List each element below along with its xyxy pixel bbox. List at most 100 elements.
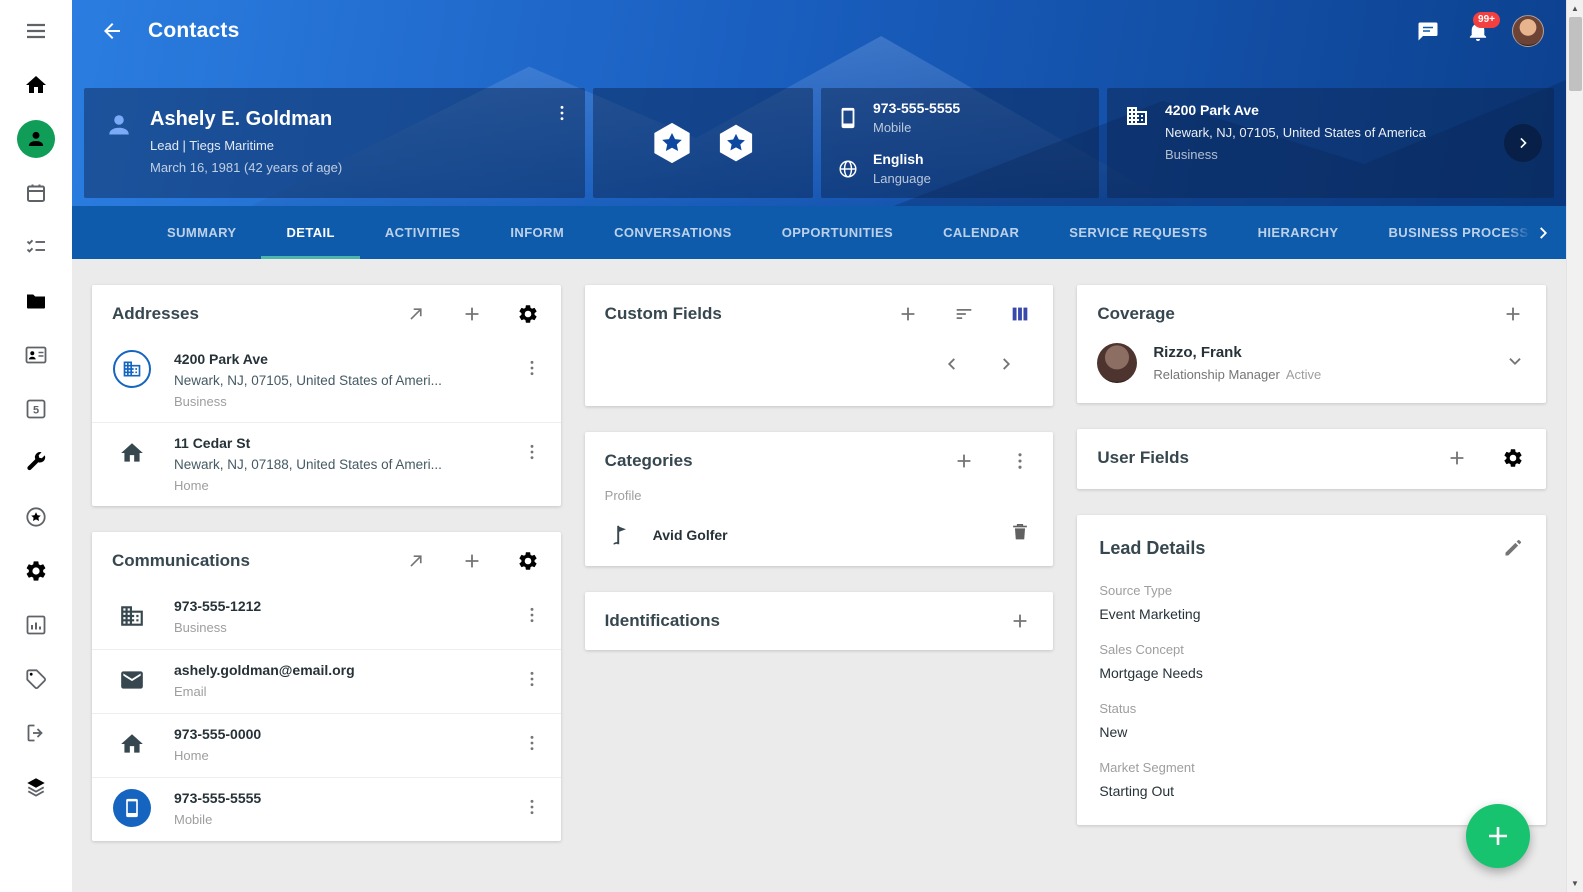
page-next-button[interactable] [995,353,1017,380]
tabs-scroll-right-button[interactable] [1506,206,1566,259]
nav-calendar-button[interactable] [0,166,72,220]
nav-contacts-button[interactable] [0,112,72,166]
address-item[interactable]: 4200 Park Ave Newark, NJ, 07105, United … [92,339,561,422]
pencil-icon [1502,537,1524,559]
scroll-up-button[interactable]: ▲ [1567,0,1583,17]
communication-item[interactable]: 973-555-1212 Business [92,586,561,649]
address-line1: 11 Cedar St [174,435,517,451]
columns-icon [1009,303,1031,325]
notifications-button[interactable]: 99+ [1458,11,1498,51]
nav-folder-button[interactable] [0,274,72,328]
tab-hierarchy[interactable]: HIERARCHY [1233,206,1364,259]
user-fields-settings-button[interactable] [1502,447,1524,469]
nav-reports-button[interactable] [0,598,72,652]
award-badge-icon[interactable] [715,122,757,164]
custom-fields-columns-button[interactable] [1009,303,1031,325]
category-label: Avid Golfer [653,527,1010,543]
nav-exit-button[interactable] [0,706,72,760]
award-badge-icon[interactable] [649,120,695,166]
nav-tags-button[interactable] [0,652,72,706]
categories-title: Categories [605,451,920,471]
addresses-add-button[interactable] [461,303,483,325]
tab-opportunities[interactable]: OPPORTUNITIES [757,206,918,259]
addresses-settings-button[interactable] [517,303,539,325]
custom-fields-title: Custom Fields [605,304,864,324]
category-item[interactable]: Avid Golfer [585,513,1054,566]
chevron-down-icon [1504,350,1526,372]
coverage-expand-button[interactable] [1504,350,1526,377]
trash-icon [1009,521,1031,543]
primary-address-line2: Newark, NJ, 07105, United States of Amer… [1165,125,1426,140]
chevron-left-icon [941,353,963,375]
nav-menu-button[interactable] [0,4,72,58]
plus-icon [1484,822,1512,850]
back-button[interactable] [94,13,130,49]
nav-home-button[interactable] [0,58,72,112]
categories-add-button[interactable] [953,450,975,472]
communication-item[interactable]: ashely.goldman@email.org Email [92,649,561,713]
scroll-down-button[interactable]: ▼ [1567,875,1583,892]
nav-badge-button[interactable] [0,490,72,544]
categories-more-button[interactable] [1009,450,1031,472]
globe-icon [837,158,859,180]
field-label: Source Type [1099,583,1524,598]
identifications-add-button[interactable] [1009,610,1031,632]
profile-more-button[interactable] [547,98,577,128]
category-delete-button[interactable] [1009,521,1031,548]
tab-activities[interactable]: ACTIVITIES [360,206,486,259]
communication-value: 973-555-1212 [174,598,517,614]
add-record-fab[interactable] [1466,804,1530,868]
address-more-button[interactable] [517,353,547,383]
address-item[interactable]: 11 Cedar St Newark, NJ, 07188, United St… [92,422,561,506]
contact-birth-line: March 16, 1981 (42 years of age) [150,160,342,175]
tab-summary[interactable]: SUMMARY [142,206,261,259]
communication-more-button[interactable] [517,664,547,694]
user-fields-add-button[interactable] [1446,447,1468,469]
app-window: Contacts 99+ Ashely E. Goldman Lead | Ti… [0,0,1583,892]
envelope-icon [112,660,152,700]
page-title: Contacts [148,19,239,43]
page-previous-button[interactable] [941,353,963,380]
communication-more-button[interactable] [517,792,547,822]
tab-conversations[interactable]: CONVERSATIONS [589,206,757,259]
tab-calendar[interactable]: CALENDAR [918,206,1044,259]
primary-phone-label: Mobile [873,120,960,135]
communications-add-button[interactable] [461,550,483,572]
addresses-open-button[interactable] [405,303,427,325]
user-avatar [1512,15,1544,47]
primary-phone-value: 973-555-5555 [873,100,960,116]
next-card-button[interactable] [1504,124,1542,162]
communication-item[interactable]: 973-555-5555 Mobile [92,777,561,841]
coverage-person-row[interactable]: Rizzo, Frank Relationship ManagerActive [1077,339,1546,403]
lead-details-edit-button[interactable] [1502,537,1524,559]
main-area: Contacts 99+ Ashely E. Goldman Lead | Ti… [72,0,1566,892]
communications-title: Communications [112,551,371,571]
custom-fields-add-button[interactable] [897,303,919,325]
nav-tasks-button[interactable] [0,220,72,274]
communications-settings-button[interactable] [517,550,539,572]
nav-queue-button[interactable] [0,382,72,436]
coverage-add-button[interactable] [1502,303,1524,325]
nav-contact-card-button[interactable] [0,328,72,382]
nav-layers-button[interactable] [0,760,72,814]
communication-more-button[interactable] [517,600,547,630]
address-more-button[interactable] [517,437,547,467]
field-label: Sales Concept [1099,642,1524,657]
communication-more-button[interactable] [517,728,547,758]
user-menu-button[interactable] [1508,11,1548,51]
nav-tools-button[interactable] [0,436,72,490]
tab-inform[interactable]: INFORM [485,206,589,259]
communication-item[interactable]: 973-555-0000 Home [92,713,561,777]
field-value: Mortgage Needs [1099,665,1524,681]
scrollbar-thumb[interactable] [1569,17,1582,91]
kebab-icon [522,605,542,625]
messages-button[interactable] [1408,11,1448,51]
communications-open-button[interactable] [405,550,427,572]
custom-fields-sort-button[interactable] [953,303,975,325]
home-icon [112,433,152,473]
tab-detail[interactable]: DETAIL [261,206,359,259]
contacts-icon [25,128,47,150]
nav-settings-button[interactable] [0,544,72,598]
column-right: Coverage Rizzo, Frank Relationship Manag… [1077,285,1546,892]
tab-service-requests[interactable]: SERVICE REQUESTS [1044,206,1232,259]
